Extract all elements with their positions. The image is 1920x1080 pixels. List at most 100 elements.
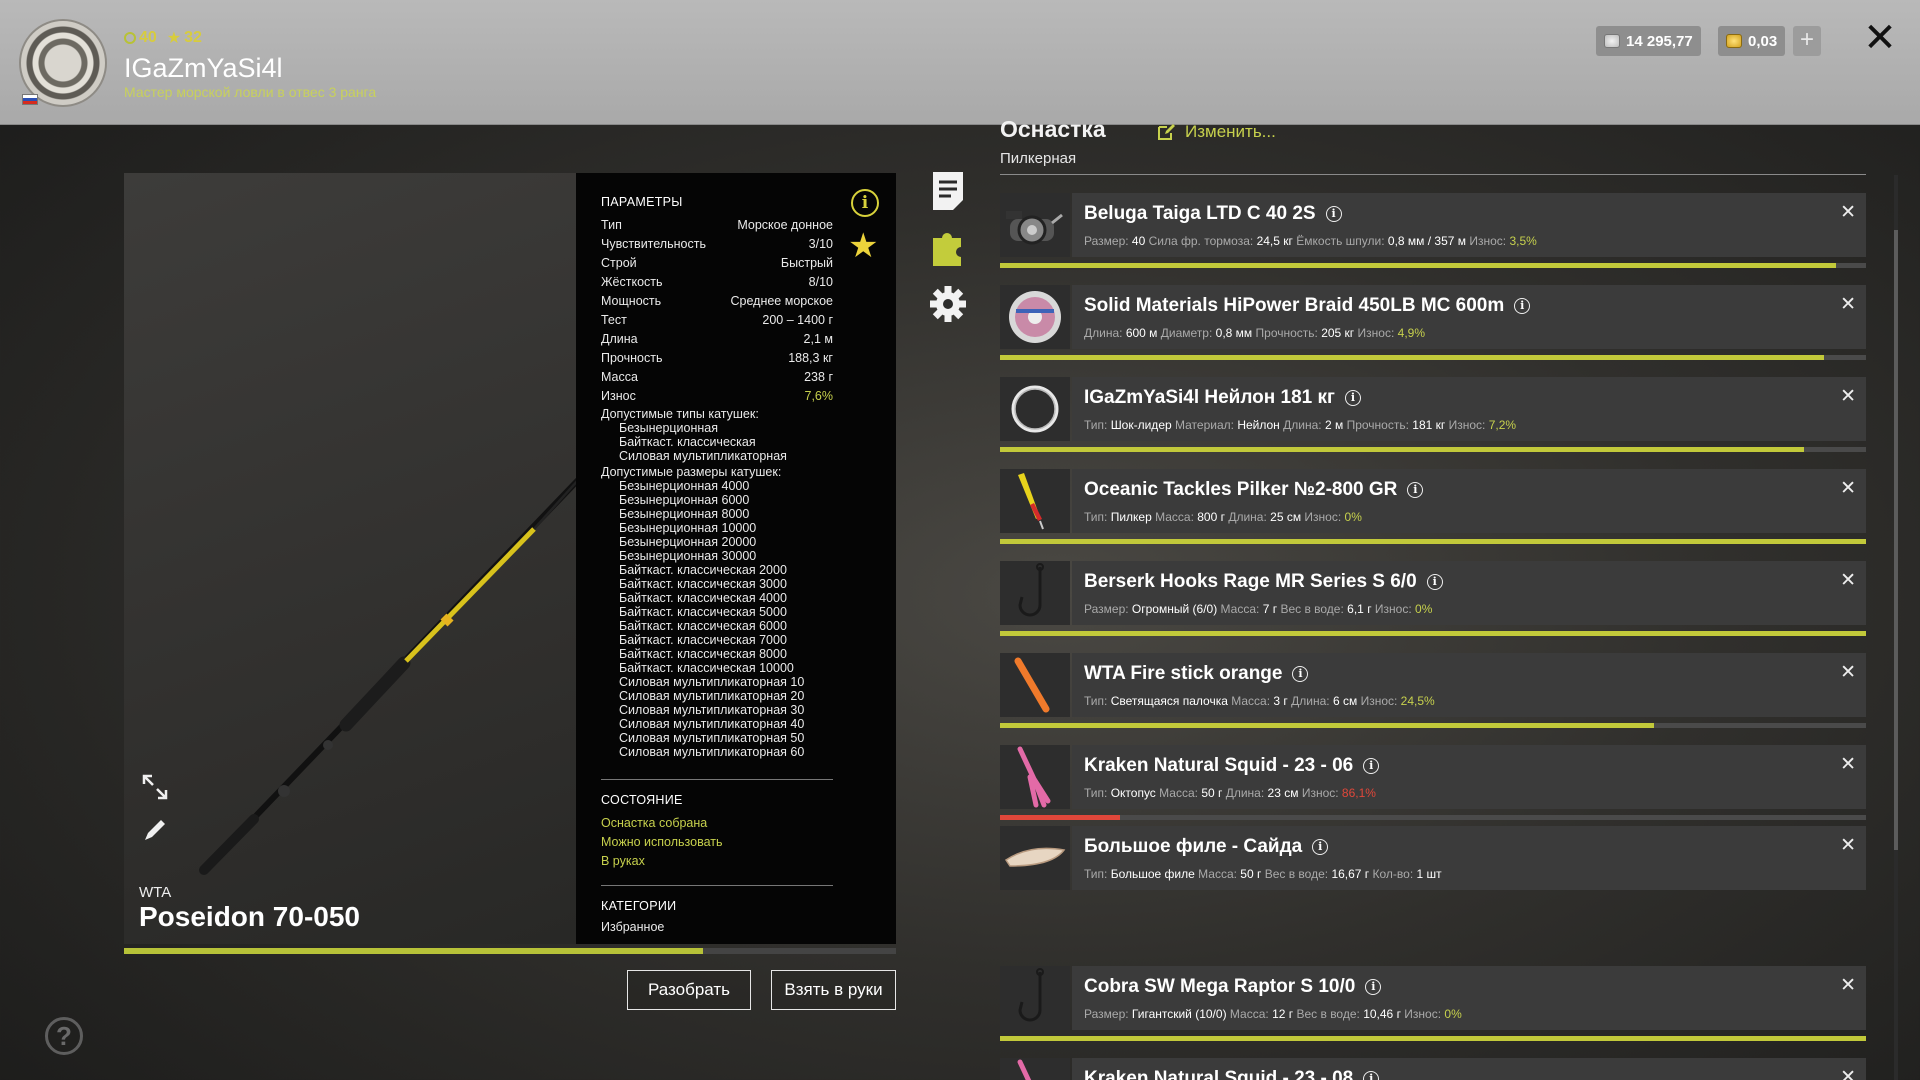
reel-size-item: Байткаст. классическая 5000: [619, 605, 787, 619]
params-list: Тип Морское донное Чувствительность 3/10 Стр…: [601, 216, 872, 406]
stat-value: 0,8 мм: [1215, 326, 1253, 340]
wear-value: 7,2%: [1488, 418, 1517, 432]
reel-size-item: Безынерционная 30000: [619, 549, 757, 563]
stat-key: Длина:: [1291, 694, 1330, 708]
stat-value: Светящаяся палочка: [1110, 694, 1228, 708]
tackle-item-title: WTA Fire stick orange: [1084, 663, 1283, 684]
squid-lure-icon: [1000, 1058, 1070, 1080]
remove-item-icon[interactable]: ✕: [1840, 834, 1856, 857]
remove-item-icon[interactable]: ✕: [1840, 1066, 1856, 1080]
stat-key: Прочность:: [1346, 418, 1409, 432]
gear-icon[interactable]: [929, 283, 967, 325]
tackle-item-stats: Тип: Большое филе Масса: 50 г Вес в воде…: [1084, 867, 1442, 881]
tackle-item-title: Oceanic Tackles Pilker №2-800 GR: [1084, 479, 1398, 500]
notes-icon[interactable]: [929, 170, 967, 212]
tackle-item[interactable]: Большое филе - Сайда i Тип: Большое филе М…: [1000, 826, 1866, 890]
wear-value: 86,1%: [1341, 786, 1376, 800]
remove-item-icon[interactable]: ✕: [1840, 661, 1856, 684]
stat-key: Материал:: [1175, 418, 1234, 432]
stat-key: Кол-во:: [1372, 867, 1414, 881]
info-icon[interactable]: i: [1292, 666, 1309, 682]
puzzle-icon[interactable]: [929, 226, 967, 268]
tackle-item-name: WTA Fire stick orange i: [1084, 663, 1309, 685]
tackle-item[interactable]: IGaZmYaSi4l Нейлон 181 кг i Тип: Шок-лидер…: [1000, 377, 1866, 441]
help-icon[interactable]: ?: [45, 1017, 83, 1055]
tackle-item-name: Solid Materials HiPower Braid 450LB MC 6…: [1084, 295, 1531, 317]
wear-value: 0%: [1344, 510, 1362, 524]
wear-bar-fill: [1000, 815, 1121, 820]
pencil-icon[interactable]: [141, 816, 169, 844]
reel-size-item: Байткаст. классическая 10000: [619, 661, 794, 675]
tackle-item-name: Kraken Natural Squid - 23 - 06 i: [1084, 755, 1380, 777]
reel-size-item: Силовая мультипликаторная 60: [619, 745, 805, 759]
tackle-item-stats: Тип: Пилкер Масса: 800 г Длина: 25 см Из…: [1084, 510, 1362, 524]
stat-key: Длина:: [1225, 786, 1265, 800]
tackle-item[interactable]: WTA Fire stick orange i Тип: Светящаяся па…: [1000, 653, 1866, 717]
tackle-item[interactable]: Oceanic Tackles Pilker №2-800 GR i Тип: Пи…: [1000, 469, 1866, 533]
info-icon[interactable]: i: [1426, 574, 1443, 590]
edit-tackle-link[interactable]: Изменить...: [1157, 122, 1276, 142]
info-icon[interactable]: i: [1407, 482, 1424, 498]
param-key: Прочность: [601, 351, 663, 365]
stat-value: 16,67 г: [1331, 867, 1370, 881]
info-icon[interactable]: i: [1514, 298, 1531, 314]
remove-item-icon[interactable]: ✕: [1840, 201, 1856, 224]
tackle-item[interactable]: Kraken Natural Squid - 23 - 06 i Тип: Окто…: [1000, 745, 1866, 809]
remove-item-icon[interactable]: ✕: [1840, 974, 1856, 997]
param-value: 200 – 1400 г: [762, 313, 833, 327]
scrollbar-thumb[interactable]: [1894, 230, 1898, 850]
stat-value: 800 г: [1197, 510, 1225, 524]
wear-key: Износ:: [1469, 234, 1507, 248]
remove-item-icon[interactable]: ✕: [1840, 477, 1856, 500]
wear-bar-fill: [1000, 355, 1824, 360]
param-row: Тип Морское донное: [601, 216, 833, 235]
info-icon[interactable]: i: [1363, 758, 1380, 774]
wear-bar-fill: [1000, 723, 1654, 728]
expand-icon[interactable]: [141, 773, 169, 801]
remove-item-icon[interactable]: ✕: [1840, 753, 1856, 776]
tackle-item[interactable]: Beluga Taiga LTD C 40 2S i Размер: 40 Сила…: [1000, 193, 1866, 257]
stat-value: 205 кг: [1321, 326, 1355, 340]
param-key: Строй: [601, 256, 637, 270]
param-row: Чувствительность 3/10: [601, 235, 833, 254]
info-icon[interactable]: i: [851, 189, 879, 217]
rod-preview[interactable]: [124, 173, 576, 944]
param-row: Износ 7,6%: [601, 387, 833, 406]
reel-types-label: Допустимые типы катушек:: [601, 407, 759, 421]
info-icon[interactable]: i: [1365, 979, 1382, 995]
info-icon[interactable]: i: [1325, 206, 1342, 222]
tackle-item-stats: Тип: Светящаяся палочка Масса: 3 г Длина…: [1084, 694, 1435, 708]
disassemble-button[interactable]: Разобрать: [627, 970, 751, 1010]
tackle-item[interactable]: Berserk Hooks Rage MR Series S 6/0 i Разме…: [1000, 561, 1866, 625]
fish-fillet-icon: [1000, 826, 1070, 890]
stat-key: Тип:: [1084, 510, 1108, 524]
info-icon[interactable]: i: [1312, 839, 1329, 855]
favorite-star-icon[interactable]: ★: [848, 229, 882, 263]
remove-item-icon[interactable]: ✕: [1840, 385, 1856, 408]
wear-value: 24,5%: [1400, 694, 1435, 708]
wear-bar-fill: [1000, 539, 1866, 544]
wear-value: 0%: [1415, 602, 1433, 616]
stat-key: Масса:: [1155, 510, 1194, 524]
info-icon[interactable]: i: [1363, 1071, 1380, 1080]
remove-item-icon[interactable]: ✕: [1840, 293, 1856, 316]
take-in-hands-button[interactable]: Взять в руки: [771, 970, 896, 1010]
info-icon[interactable]: i: [1344, 390, 1361, 406]
tackle-item[interactable]: Kraken Natural Squid - 23 - 08 i ✕: [1000, 1058, 1866, 1080]
remove-item-icon[interactable]: ✕: [1840, 569, 1856, 592]
close-icon[interactable]: ✕: [1862, 18, 1898, 58]
rod-image: [199, 477, 576, 875]
stat-key: Тип:: [1084, 418, 1108, 432]
add-gold-button[interactable]: +: [1793, 26, 1821, 56]
param-key: Тест: [601, 313, 627, 327]
param-value: Морское донное: [737, 218, 833, 232]
tackle-item[interactable]: Cobra SW Mega Raptor S 10/0 i Размер: Гига…: [1000, 966, 1866, 1030]
param-key: Длина: [601, 332, 638, 346]
tackle-item-name: Oceanic Tackles Pilker №2-800 GR i: [1084, 479, 1424, 501]
tackle-item[interactable]: Solid Materials HiPower Braid 450LB MC 6…: [1000, 285, 1866, 349]
reel-size-item: Байткаст. классическая 3000: [619, 577, 787, 591]
tackle-item-title: Kraken Natural Squid - 23 - 08: [1084, 1068, 1354, 1080]
stat-key: Масса:: [1231, 694, 1271, 708]
reel-size-item: Безынерционная 20000: [619, 535, 757, 549]
state-title: СОСТОЯНИЕ: [601, 793, 683, 807]
